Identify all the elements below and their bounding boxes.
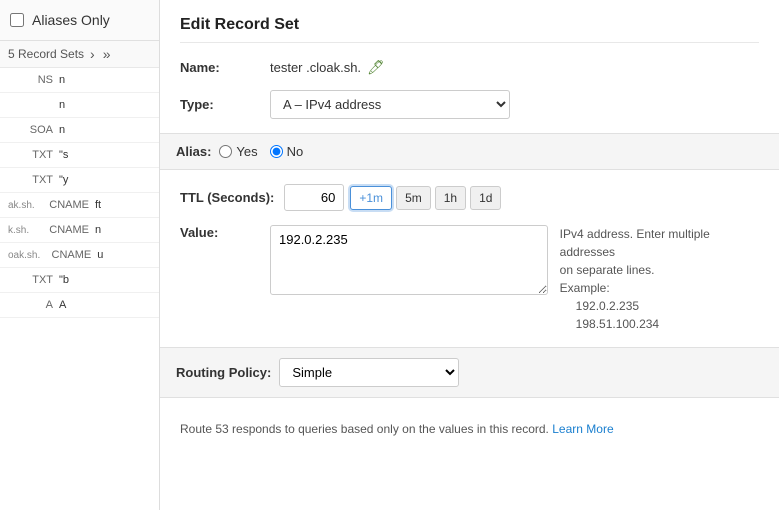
record-type: NS xyxy=(8,74,53,86)
routing-policy-select[interactable]: Simple Weighted Latency Failover Geoloca… xyxy=(279,358,459,387)
ttl-label: TTL (Seconds): xyxy=(180,190,274,205)
alias-yes-label: Yes xyxy=(236,144,257,159)
alias-no-option[interactable]: No xyxy=(270,144,304,159)
name-row: Name: tester .cloak.sh. 🖊 xyxy=(180,59,759,76)
ttl-1d-button[interactable]: 1d xyxy=(470,186,501,210)
aliases-only-checkbox[interactable] xyxy=(10,13,24,27)
record-domain: oak.sh. xyxy=(8,250,40,261)
record-value: A xyxy=(59,299,151,311)
list-item[interactable]: TXT "s xyxy=(0,143,159,168)
value-hint-example1: 192.0.2.235 xyxy=(560,299,639,313)
ttl-row: TTL (Seconds): +1m 5m 1h 1d xyxy=(180,184,759,211)
record-value: "s xyxy=(59,149,151,161)
main-content: Edit Record Set Name: tester .cloak.sh. … xyxy=(160,0,779,510)
routing-policy-section: Routing Policy: Simple Weighted Latency … xyxy=(160,347,779,398)
record-value: ft xyxy=(95,199,151,211)
list-item[interactable]: k.sh. CNAME n xyxy=(0,218,159,243)
alias-yes-radio[interactable] xyxy=(219,145,232,158)
record-value: "y xyxy=(59,174,151,186)
ttl-1h-button[interactable]: 1h xyxy=(435,186,466,210)
sidebar: Aliases Only 5 Record Sets › » NS n n SO… xyxy=(0,0,160,510)
value-textarea[interactable]: 192.0.2.235 xyxy=(270,225,548,295)
value-hint-example2: 198.51.100.234 xyxy=(560,317,659,331)
record-type: CNAME xyxy=(46,249,91,261)
alias-no-radio[interactable] xyxy=(270,145,283,158)
type-row: Type: A – IPv4 address AAAA – IPv6 addre… xyxy=(180,90,759,119)
pagination-next-btn[interactable]: › xyxy=(88,47,97,61)
record-type: A xyxy=(8,299,53,311)
record-value: n xyxy=(95,224,151,236)
type-label: Type: xyxy=(180,97,260,112)
routing-description: Route 53 responds to queries based only … xyxy=(180,412,759,442)
value-hint: IPv4 address. Enter multiple addresses o… xyxy=(560,225,759,333)
type-select[interactable]: A – IPv4 address AAAA – IPv6 address CNA… xyxy=(270,90,510,119)
ttl-5m-button[interactable]: 5m xyxy=(396,186,431,210)
record-domain: k.sh. xyxy=(8,225,38,236)
ttl-input[interactable] xyxy=(284,184,344,211)
alias-radio-group: Yes No xyxy=(219,144,303,159)
list-item[interactable]: oak.sh. CNAME u xyxy=(0,243,159,268)
routing-policy-label: Routing Policy: xyxy=(176,365,271,380)
value-hint-example-label: Example: xyxy=(560,281,610,295)
list-item[interactable]: n xyxy=(0,93,159,118)
value-row: Value: 192.0.2.235 IPv4 address. Enter m… xyxy=(180,225,759,333)
name-value: tester .cloak.sh. xyxy=(270,60,361,75)
sidebar-title: Aliases Only xyxy=(32,12,110,28)
learn-more-link[interactable]: Learn More xyxy=(552,422,613,436)
ttl-1m-button[interactable]: +1m xyxy=(350,186,392,210)
record-type: SOA xyxy=(8,124,53,136)
list-item[interactable]: TXT "b xyxy=(0,268,159,293)
page-title: Edit Record Set xyxy=(180,16,759,43)
sidebar-record-list: NS n n SOA n TXT "s TXT "y ak.sh. CNAME … xyxy=(0,68,159,510)
value-hint-line2: on separate lines. xyxy=(560,263,655,277)
record-value: n xyxy=(59,124,151,136)
list-item[interactable]: TXT "y xyxy=(0,168,159,193)
pagination-label: 5 Record Sets xyxy=(8,47,84,61)
name-label: Name: xyxy=(180,60,260,75)
value-hint-line1: IPv4 address. Enter multiple addresses xyxy=(560,227,710,259)
alias-yes-option[interactable]: Yes xyxy=(219,144,257,159)
list-item[interactable]: A A xyxy=(0,293,159,318)
sidebar-header: Aliases Only xyxy=(0,0,159,41)
list-item[interactable]: NS n xyxy=(0,68,159,93)
edit-name-icon[interactable]: 🖊 xyxy=(367,59,385,76)
record-type: TXT xyxy=(8,274,53,286)
record-type: TXT xyxy=(8,149,53,161)
list-item[interactable]: ak.sh. CNAME ft xyxy=(0,193,159,218)
record-value: n xyxy=(59,74,151,86)
name-value-container: tester .cloak.sh. 🖊 xyxy=(270,59,385,76)
record-value: u xyxy=(97,249,151,261)
record-type: CNAME xyxy=(44,199,89,211)
sidebar-pagination: 5 Record Sets › » xyxy=(0,41,159,68)
alias-no-label: No xyxy=(287,144,304,159)
alias-label: Alias: xyxy=(176,144,211,159)
record-type: CNAME xyxy=(44,224,89,236)
record-domain: ak.sh. xyxy=(8,200,38,211)
record-type: TXT xyxy=(8,174,53,186)
list-item[interactable]: SOA n xyxy=(0,118,159,143)
routing-description-text: Route 53 responds to queries based only … xyxy=(180,422,549,436)
pagination-last-btn[interactable]: » xyxy=(101,47,113,61)
record-value: "b xyxy=(59,274,151,286)
record-value: n xyxy=(59,99,151,111)
alias-section: Alias: Yes No xyxy=(160,133,779,170)
value-label: Value: xyxy=(180,225,260,240)
